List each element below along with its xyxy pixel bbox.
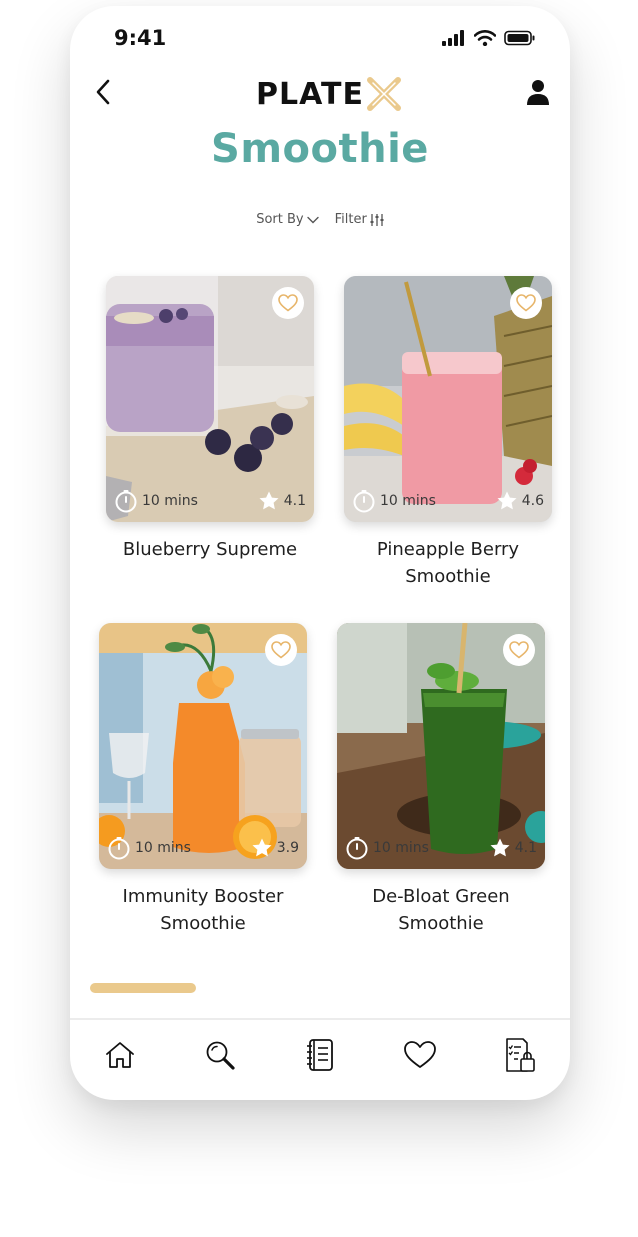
recipe-meta: 10 mins 4.1 — [345, 835, 537, 861]
recipe-title[interactable]: Pineapple Berry Smoothie — [344, 536, 552, 590]
recipe-meta: 10 mins 4.1 — [114, 488, 306, 514]
star-icon — [252, 838, 272, 857]
tab-recipes[interactable] — [296, 1031, 344, 1079]
sort-by-button[interactable]: Sort By — [256, 212, 319, 227]
recipe-image[interactable]: 10 mins 3.9 — [99, 623, 307, 869]
star-icon — [259, 491, 279, 510]
page-title: Smoothie — [211, 126, 429, 172]
filter-button[interactable]: Filter — [335, 212, 384, 227]
recipe-rating: 3.9 — [251, 837, 299, 859]
rating-value: 4.6 — [521, 493, 544, 509]
user-icon — [527, 80, 549, 105]
crossed-utensils-icon — [366, 77, 401, 111]
recipe-rating: 4.1 — [489, 837, 537, 859]
prep-time-text: 10 mins — [380, 493, 436, 509]
recipe-image[interactable]: 10 mins 4.1 — [337, 623, 545, 869]
stopwatch-icon — [346, 837, 368, 860]
prep-time-text: 10 mins — [142, 493, 198, 509]
recipe-card-de-bloat-green-smoothie[interactable]: 10 mins 4.1 De-Bloat Green Smoothie — [337, 623, 545, 937]
tab-search[interactable] — [196, 1031, 244, 1079]
bottom-tab-bar — [70, 1018, 570, 1100]
battery-icon — [504, 30, 535, 46]
recipe-book-icon — [307, 1039, 333, 1071]
prep-time: 10 mins — [114, 489, 198, 513]
home-icon — [106, 1042, 134, 1068]
logo-text: PLATE — [256, 76, 364, 112]
heart-outline-icon — [278, 294, 298, 312]
favorite-button[interactable] — [265, 634, 297, 666]
recipe-rating: 4.1 — [258, 490, 306, 512]
rating-value: 4.1 — [514, 840, 537, 856]
wifi-icon — [474, 30, 496, 46]
rating-value: 4.1 — [283, 493, 306, 509]
sort-by-label: Sort By — [256, 212, 304, 227]
cellular-signal-icon — [442, 30, 464, 46]
app-header: PLATE — [70, 70, 570, 120]
shopping-list-icon — [506, 1038, 535, 1072]
prep-time: 10 mins — [107, 836, 191, 860]
back-button[interactable] — [88, 74, 118, 110]
recipe-meta: 10 mins 3.9 — [107, 835, 299, 861]
favorite-button[interactable] — [503, 634, 535, 666]
search-icon — [206, 1041, 235, 1070]
recipe-meta: 10 mins 4.6 — [352, 488, 544, 514]
tab-shopping-list[interactable] — [496, 1031, 544, 1079]
heart-outline-icon — [509, 641, 529, 659]
heart-outline-icon — [516, 294, 536, 312]
scroll-indicator[interactable] — [90, 983, 196, 993]
filter-label: Filter — [334, 212, 367, 227]
recipe-title[interactable]: De-Bloat Green Smoothie — [337, 883, 545, 937]
chevron-down-icon — [306, 216, 319, 223]
prep-time: 10 mins — [352, 489, 436, 513]
chevron-left-icon — [96, 79, 110, 105]
stopwatch-icon — [108, 837, 130, 860]
stopwatch-icon — [115, 490, 137, 513]
profile-button[interactable] — [524, 74, 552, 110]
stopwatch-icon — [353, 490, 375, 513]
prep-time-text: 10 mins — [135, 840, 191, 856]
prep-time-text: 10 mins — [373, 840, 429, 856]
phone-frame: 9:41 PLATE Smoothie Sort By Filter 10 mi… — [70, 6, 570, 1100]
recipe-title[interactable]: Immunity Booster Smoothie — [99, 883, 307, 937]
star-icon — [490, 838, 510, 857]
rating-value: 3.9 — [276, 840, 299, 856]
status-time: 9:41 — [114, 26, 167, 50]
tab-home[interactable] — [96, 1031, 144, 1079]
status-bar: 9:41 — [70, 6, 570, 66]
logo: PLATE — [256, 74, 404, 114]
favorite-button[interactable] — [510, 287, 542, 319]
favorite-button[interactable] — [272, 287, 304, 319]
recipe-image[interactable]: 10 mins 4.1 — [106, 276, 314, 522]
status-icons — [442, 30, 536, 46]
recipe-card-blueberry-supreme[interactable]: 10 mins 4.1 Blueberry Supreme — [106, 276, 314, 563]
prep-time: 10 mins — [345, 836, 429, 860]
star-icon — [497, 491, 517, 510]
heart-outline-icon — [271, 641, 291, 659]
sort-filter-bar: Sort By Filter — [70, 212, 570, 227]
recipe-card-immunity-booster-smoothie[interactable]: 10 mins 3.9 Immunity Booster Smoothie — [99, 623, 307, 937]
heart-icon — [404, 1041, 436, 1068]
recipe-title[interactable]: Blueberry Supreme — [106, 536, 314, 563]
tab-favorites[interactable] — [396, 1031, 444, 1079]
recipe-rating: 4.6 — [496, 490, 544, 512]
sliders-icon — [370, 213, 384, 226]
recipe-card-pineapple-berry-smoothie[interactable]: 10 mins 4.6 Pineapple Berry Smoothie — [344, 276, 552, 590]
recipe-image[interactable]: 10 mins 4.6 — [344, 276, 552, 522]
